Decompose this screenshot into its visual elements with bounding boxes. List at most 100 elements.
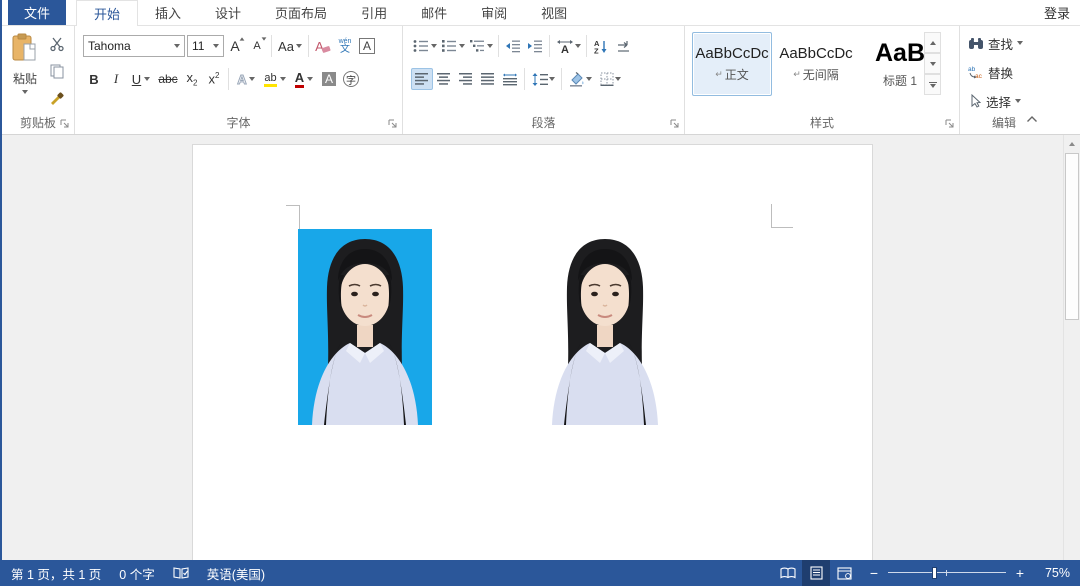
font-size-combo[interactable]: 11 <box>187 35 224 57</box>
document-area <box>2 135 1080 560</box>
tab-insert[interactable]: 插入 <box>138 0 198 25</box>
increase-indent-button[interactable] <box>524 35 546 57</box>
web-layout-button[interactable] <box>830 560 858 586</box>
asian-layout-button[interactable]: A <box>553 35 583 57</box>
asian-layout-caret-icon <box>575 44 581 48</box>
bullets-button[interactable] <box>411 35 439 57</box>
font-dialog-launcher[interactable] <box>387 118 399 130</box>
zoom-controls: − + 75% <box>858 565 1080 581</box>
multilevel-list-icon <box>469 39 485 53</box>
font-name-combo[interactable]: Tahoma <box>83 35 185 57</box>
id-photo-blue-background[interactable] <box>298 229 432 425</box>
cut-button[interactable] <box>46 34 68 56</box>
superscript-button[interactable]: x2 <box>203 68 225 90</box>
subscript-button[interactable]: x2 <box>181 68 203 90</box>
text-effects-button[interactable]: A <box>232 68 260 90</box>
grow-font-button[interactable]: A <box>224 35 246 57</box>
style-preview: AaB <box>875 39 925 68</box>
show-hide-marks-button[interactable] <box>612 35 634 57</box>
enclose-characters-button[interactable]: 字 <box>340 68 362 90</box>
highlight-color-button[interactable]: ab <box>260 68 290 90</box>
character-border-button[interactable]: A <box>356 35 378 57</box>
clipboard-dialog-launcher[interactable] <box>59 118 71 130</box>
distribute-button[interactable] <box>499 68 521 90</box>
phonetic-guide-button[interactable]: wén 文 <box>334 35 356 57</box>
id-photo-white-background[interactable] <box>538 229 672 425</box>
styles-more-button[interactable] <box>924 74 941 95</box>
strikethrough-button[interactable]: abc <box>155 68 181 90</box>
language-status[interactable]: 英语(美国) <box>198 560 274 586</box>
style-preview: AaBbCcDc <box>779 45 852 62</box>
decrease-indent-button[interactable] <box>502 35 524 57</box>
borders-button[interactable] <box>595 68 625 90</box>
tab-design[interactable]: 设计 <box>198 0 258 25</box>
clear-formatting-button[interactable]: A <box>312 35 334 57</box>
tab-review[interactable]: 审阅 <box>464 0 524 25</box>
style-name: 标题 1 <box>883 72 917 89</box>
styles-scroll-down-button[interactable] <box>924 53 941 74</box>
numbering-button[interactable] <box>439 35 467 57</box>
sort-button[interactable]: A Z <box>590 35 612 57</box>
font-size-value: 11 <box>192 39 204 53</box>
print-layout-icon <box>810 566 823 580</box>
paste-dropdown-caret-icon[interactable] <box>22 90 28 94</box>
styles-scroll-up-button[interactable] <box>924 32 941 53</box>
copy-button[interactable] <box>46 61 68 83</box>
show-hide-marks-icon <box>616 39 631 53</box>
select-button[interactable]: 选择 <box>968 91 1021 111</box>
print-layout-button[interactable] <box>802 560 830 586</box>
zoom-out-button[interactable]: − <box>868 565 880 581</box>
italic-button[interactable]: I <box>105 68 127 90</box>
collapse-ribbon-button[interactable] <box>1026 111 1038 126</box>
page-number-status[interactable]: 第 1 页，共 1 页 <box>2 560 110 586</box>
find-button[interactable]: 查找 <box>968 33 1023 53</box>
scrollbar-up-button[interactable] <box>1064 135 1080 152</box>
zoom-slider-thumb[interactable] <box>932 567 937 579</box>
italic-icon: I <box>114 71 118 87</box>
proofing-status[interactable] <box>164 560 198 586</box>
font-color-button[interactable]: A <box>290 68 318 90</box>
document-page[interactable] <box>192 144 873 561</box>
line-spacing-icon <box>532 73 548 86</box>
change-case-button[interactable]: Aa <box>275 35 305 57</box>
zoom-in-button[interactable]: + <box>1014 565 1026 581</box>
bold-button[interactable]: B <box>83 68 105 90</box>
zoom-percentage[interactable]: 75% <box>1034 566 1070 580</box>
tab-mailings[interactable]: 邮件 <box>404 0 464 25</box>
justify-button[interactable] <box>477 68 499 90</box>
vertical-scrollbar[interactable] <box>1063 135 1080 560</box>
zoom-slider[interactable] <box>888 567 1006 579</box>
read-mode-button[interactable] <box>774 560 802 586</box>
character-shading-button[interactable]: A <box>318 68 340 90</box>
paragraph-dialog-launcher[interactable] <box>669 118 681 130</box>
multilevel-list-button[interactable] <box>467 35 495 57</box>
shrink-font-button[interactable]: A <box>246 35 268 57</box>
style-no-spacing[interactable]: AaBbCcDc ↵ 无间隔 <box>776 32 856 96</box>
format-painter-button[interactable] <box>46 88 68 110</box>
paste-button[interactable]: 粘贴 <box>7 32 43 106</box>
align-right-icon <box>459 73 473 85</box>
file-tab[interactable]: 文件 <box>8 0 66 25</box>
tab-references[interactable]: 引用 <box>344 0 404 25</box>
eraser-icon <box>322 46 331 53</box>
caret-down-icon <box>930 62 936 66</box>
shading-button[interactable] <box>565 68 595 90</box>
replace-button[interactable]: ab ac 替换 <box>968 62 1013 82</box>
align-right-button[interactable] <box>455 68 477 90</box>
shrink-font-icon: A <box>253 40 260 52</box>
styles-dialog-launcher[interactable] <box>944 118 956 130</box>
tab-page-layout[interactable]: 页面布局 <box>258 0 344 25</box>
character-border-icon: A <box>359 38 375 54</box>
style-normal[interactable]: AaBbCcDc ↵ 正文 <box>692 32 772 96</box>
align-left-button[interactable] <box>411 68 433 90</box>
sign-in-button[interactable]: 登录 <box>1034 0 1080 25</box>
underline-button[interactable]: U <box>127 68 155 90</box>
tab-view[interactable]: 视图 <box>524 0 584 25</box>
scrollbar-thumb[interactable] <box>1065 153 1079 320</box>
line-spacing-button[interactable] <box>528 68 558 90</box>
numbering-caret-icon <box>459 44 465 48</box>
tab-home[interactable]: 开始 <box>76 0 138 26</box>
word-count-status[interactable]: 0 个字 <box>110 560 163 586</box>
align-center-button[interactable] <box>433 68 455 90</box>
underline-icon: U <box>132 72 141 87</box>
